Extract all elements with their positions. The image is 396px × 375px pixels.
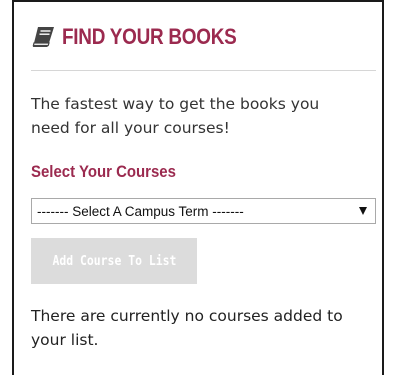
divider: [31, 70, 376, 71]
empty-list-message: There are currently no courses added to …: [31, 307, 343, 349]
dropdown-arrow-icon: [359, 207, 367, 215]
select-courses-label: Select Your Courses: [31, 162, 196, 182]
panel-heading: FIND YOUR BOOKS: [31, 21, 265, 53]
find-books-panel: FIND YOUR BOOKS The fastest way to get t…: [12, 0, 384, 375]
select-courses-label-text: Select Your Courses: [31, 162, 176, 181]
intro-text: The fastest way to get the books you nee…: [31, 95, 320, 137]
add-course-button-label: Add Course To List: [52, 253, 176, 269]
campus-term-select[interactable]: ------- Select A Campus Term -------: [31, 198, 376, 224]
campus-term-select-value: ------- Select A Campus Term -------: [37, 203, 244, 219]
book-icon: [31, 26, 55, 48]
page-title: FIND YOUR BOOKS: [62, 24, 237, 49]
add-course-button[interactable]: Add Course To List: [31, 238, 197, 284]
